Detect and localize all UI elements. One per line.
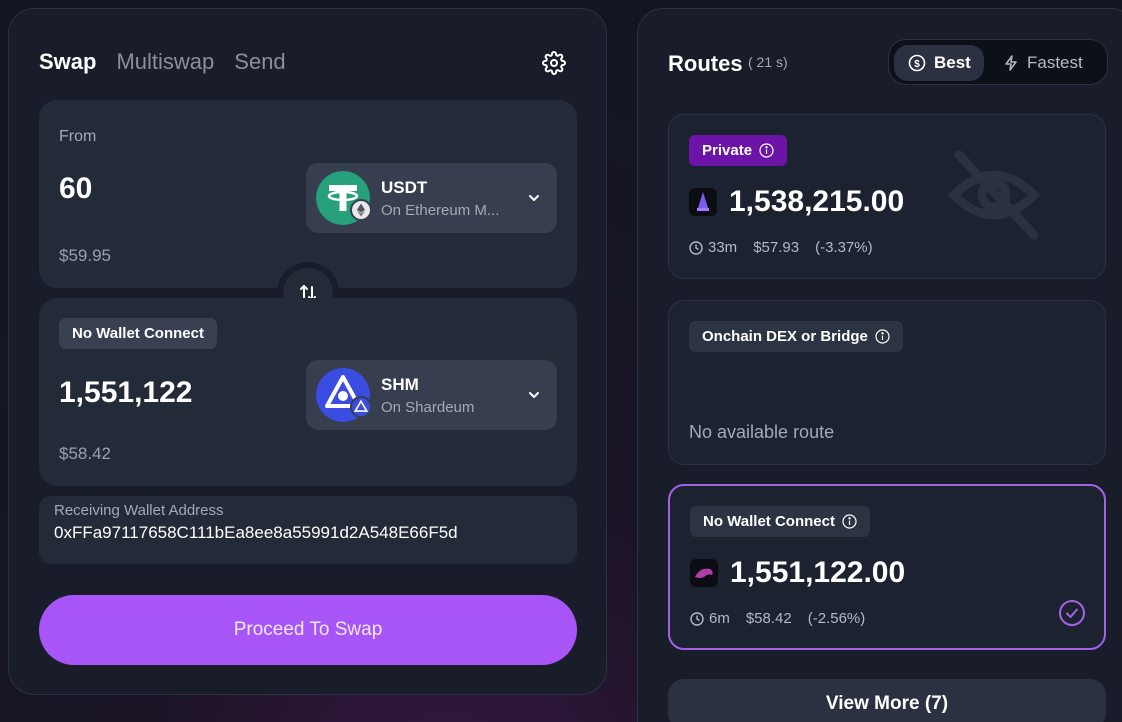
- to-token-symbol: SHM: [381, 375, 419, 394]
- route-sort-toggle: $ Best Fastest: [888, 39, 1108, 85]
- route-tag-label: Private: [702, 142, 753, 159]
- refresh-countdown: ( 21 s): [748, 54, 788, 70]
- route-usd: $58.42: [745, 610, 792, 627]
- tab-send[interactable]: Send: [234, 49, 285, 75]
- dragon-logo-icon: [690, 559, 718, 587]
- info-icon[interactable]: [759, 143, 774, 158]
- sort-fastest-button[interactable]: Fastest: [989, 45, 1104, 81]
- from-usd-value: $59.95: [59, 246, 111, 265]
- to-section: No Wallet Connect 1,551,122 $58.42 SHM O…: [39, 298, 577, 486]
- route-time-value: 6m: [709, 610, 730, 627]
- from-amount-input[interactable]: 60: [59, 172, 92, 206]
- gear-icon[interactable]: [542, 51, 566, 75]
- route-card-private[interactable]: Private 1,538,215.00 33m $57.93 (-3.37%): [668, 114, 1106, 279]
- ethereum-icon: [350, 199, 372, 221]
- route-tag-label: Onchain DEX or Bridge: [702, 328, 868, 345]
- dollar-icon: $: [908, 54, 926, 72]
- route-time: 6m: [690, 610, 730, 627]
- to-usd-value: $58.42: [59, 444, 111, 463]
- route-card-onchain: Onchain DEX or Bridge No available route: [668, 300, 1106, 465]
- tab-multiswap[interactable]: Multiswap: [116, 49, 214, 75]
- info-icon[interactable]: [875, 329, 890, 344]
- route-usd: $57.93: [753, 239, 800, 256]
- to-token-chain: On Shardeum: [381, 399, 475, 416]
- route-meta: 33m $57.93 (-3.37%): [689, 239, 873, 256]
- route-tag-label: No Wallet Connect: [703, 513, 835, 530]
- wizard-logo-icon: [689, 188, 717, 216]
- route-pct: (-2.56%): [807, 610, 866, 627]
- from-label: From: [59, 128, 97, 145]
- to-token-selector[interactable]: SHM On Shardeum: [306, 360, 557, 430]
- route-card-no-wallet[interactable]: No Wallet Connect 1,551,122.00 6m $58.42…: [668, 484, 1106, 650]
- route-tag: No Wallet Connect: [690, 506, 870, 537]
- lightning-icon: [1005, 55, 1017, 71]
- svg-text:$: $: [914, 59, 920, 70]
- from-token-selector[interactable]: USDT On Ethereum M...: [306, 163, 557, 233]
- from-token-chain: On Ethereum M...: [381, 202, 500, 219]
- tab-swap[interactable]: Swap: [39, 49, 96, 75]
- shardeum-chain-icon: [350, 396, 372, 418]
- wallet-status-badge: No Wallet Connect: [59, 318, 217, 349]
- routes-title: Routes: [668, 51, 743, 76]
- swap-panel: Swap Multiswap Send From 60 $59.95 USDT …: [8, 8, 607, 695]
- clock-icon: [690, 611, 704, 626]
- view-more-button[interactable]: View More (7): [668, 679, 1106, 722]
- chevron-down-icon: [529, 392, 539, 398]
- clock-icon: [689, 240, 703, 255]
- from-section: From 60 $59.95 USDT On Ethereum M...: [39, 100, 577, 288]
- route-amount: 1,551,122.00: [730, 556, 906, 589]
- sort-best-button[interactable]: $ Best: [894, 45, 984, 81]
- from-token-symbol: USDT: [381, 178, 428, 197]
- route-pct: (-3.37%): [815, 239, 873, 256]
- no-route-message: No available route: [689, 422, 835, 442]
- routes-panel: Routes ( 21 s) $ Best Fastest Private 1,…: [637, 8, 1122, 722]
- wallet-label: Receiving Wallet Address: [54, 502, 224, 519]
- eye-off-icon: [947, 150, 1041, 240]
- wallet-address-input[interactable]: [54, 523, 564, 543]
- to-amount-value: 1,551,122: [59, 376, 193, 409]
- sort-fastest-label: Fastest: [1027, 53, 1083, 72]
- route-amount: 1,538,215.00: [729, 185, 905, 218]
- proceed-to-swap-button[interactable]: Proceed To Swap: [39, 595, 577, 665]
- receiving-wallet-field: Receiving Wallet Address: [39, 496, 577, 564]
- sort-best-label: Best: [934, 53, 971, 72]
- info-icon[interactable]: [842, 514, 857, 529]
- route-tag: Private: [689, 135, 788, 166]
- route-time: 33m: [689, 239, 737, 256]
- route-meta: 6m $58.42 (-2.56%): [690, 610, 865, 627]
- route-tag: Onchain DEX or Bridge: [689, 321, 903, 352]
- chevron-down-icon: [529, 195, 539, 201]
- route-time-value: 33m: [708, 239, 738, 256]
- swap-tabs: Swap Multiswap Send: [39, 49, 286, 75]
- check-circle-icon: [1059, 600, 1085, 626]
